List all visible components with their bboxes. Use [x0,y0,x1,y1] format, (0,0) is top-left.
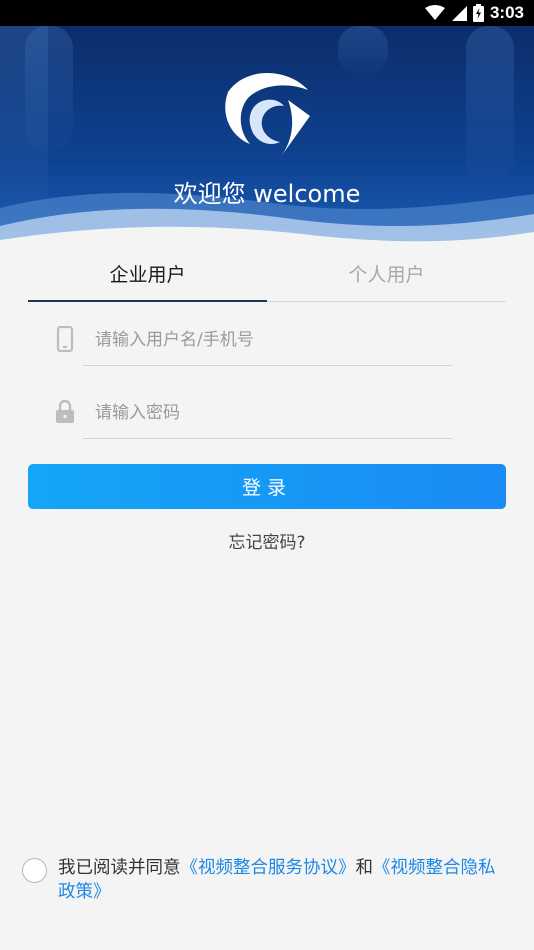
header-banner: 欢迎您 welcome [0,26,534,250]
forgot-password-link[interactable]: 忘记密码? [0,528,534,553]
phone-icon [56,326,74,352]
password-field [55,389,452,439]
password-underline [83,438,452,439]
status-icons: 3:03 [424,3,524,23]
agreement-checkbox[interactable] [22,858,47,883]
welcome-text: 欢迎您 welcome [173,180,361,208]
agreement-conjunction: 和 [355,858,374,878]
lock-icon [56,399,74,423]
username-input[interactable] [83,316,452,364]
signal-icon [451,6,467,21]
login-button[interactable]: 登录 [28,464,506,509]
status-bar: 3:03 [0,0,534,26]
password-input[interactable] [83,389,452,437]
username-field [55,316,452,366]
agreement-prefix: 我已阅读并同意 [58,858,181,878]
user-type-tabs: 企业用户 个人用户 [28,250,506,302]
service-agreement-link[interactable]: 《视频整合服务协议》 [181,858,356,878]
battery-icon [472,4,484,22]
tab-enterprise-user[interactable]: 企业用户 [28,250,267,302]
wifi-icon [424,5,445,20]
tab-personal-user[interactable]: 个人用户 [267,250,506,301]
status-time: 3:03 [489,3,524,22]
agreement-text: 我已阅读并同意《视频整合服务协议》和《视频整合隐私政策》 [58,856,512,904]
username-underline [83,365,452,366]
app-logo-icon [225,73,310,158]
